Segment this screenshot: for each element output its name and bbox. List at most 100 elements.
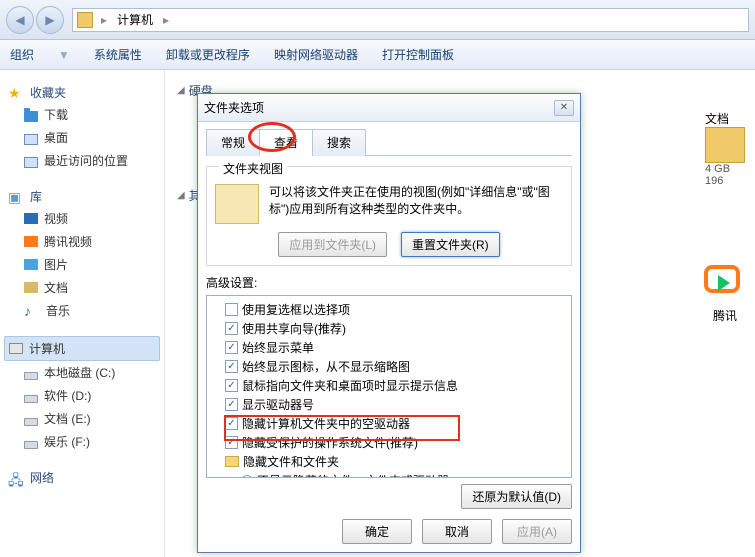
setting-label: 使用复选框以选择项	[242, 301, 350, 318]
toolbar: 组织 ▼ 系统属性 卸载或更改程序 映射网络驱动器 打开控制面板	[0, 40, 755, 70]
setting-row[interactable]: ✓ 鼠标指向文件夹和桌面项时显示提示信息	[209, 376, 569, 395]
computer-icon	[77, 12, 93, 28]
picture-icon	[24, 259, 38, 270]
sidebar-videos[interactable]: 视频	[4, 207, 160, 230]
libraries-header[interactable]: ▣库	[4, 186, 160, 207]
ok-button[interactable]: 确定	[342, 519, 412, 544]
crumb-arrow: ▸	[159, 13, 173, 27]
restore-defaults-button[interactable]: 还原为默认值(D)	[461, 484, 572, 509]
frame-label: 文件夹视图	[219, 160, 287, 177]
folder-icon	[24, 111, 38, 122]
checkbox[interactable]: ✓	[225, 398, 238, 411]
map-network-drive[interactable]: 映射网络驱动器	[274, 46, 358, 63]
checkbox[interactable]: ✓	[225, 379, 238, 392]
apply-button[interactable]: 应用(A)	[502, 519, 572, 544]
checkbox[interactable]: ✓	[225, 436, 238, 449]
setting-row[interactable]: 隐藏文件和文件夹	[209, 452, 569, 471]
dialog-title: 文件夹选项	[204, 99, 264, 116]
frame-description: 可以将该文件夹正在使用的视图(例如"详细信息"或"图标")应用到所有这种类型的文…	[269, 184, 563, 224]
dialog-titlebar[interactable]: 文件夹选项 ✕	[198, 94, 580, 122]
tencent-icon	[24, 236, 38, 247]
disk-icon	[24, 372, 38, 380]
system-props[interactable]: 系统属性	[94, 46, 142, 63]
setting-label: 隐藏受保护的操作系统文件(推荐)	[242, 434, 418, 451]
recent-icon	[24, 157, 38, 168]
organize-menu[interactable]: 组织	[10, 46, 34, 63]
right-column: 文档 4 GB 196 腾讯	[695, 70, 755, 557]
sidebar-documents[interactable]: 文档	[4, 276, 160, 299]
checkbox[interactable]: ✓	[225, 360, 238, 373]
tencent-item[interactable]: 腾讯	[704, 265, 746, 324]
doc-label: 文档	[705, 110, 745, 127]
star-icon: ★	[8, 85, 24, 101]
crumb-computer[interactable]: 计算机	[111, 11, 159, 28]
setting-label: 显示驱动器号	[242, 396, 314, 413]
setting-row[interactable]: ✓ 使用共享向导(推荐)	[209, 319, 569, 338]
folder-icon	[705, 127, 745, 163]
network-header[interactable]: 🖧网络	[4, 467, 160, 488]
sidebar-pictures[interactable]: 图片	[4, 253, 160, 276]
setting-label: 隐藏文件和文件夹	[243, 453, 339, 470]
checkbox[interactable]	[225, 303, 238, 316]
address-box[interactable]: ▸ 计算机 ▸	[72, 8, 749, 32]
checkbox[interactable]: ✓	[225, 341, 238, 354]
nav-back-button[interactable]: ◀	[6, 6, 34, 34]
nav-sidebar: ★收藏夹 下载 桌面 最近访问的位置 ▣库 视频 腾讯视频 图片 文档 ♪音乐 …	[0, 70, 165, 557]
setting-row[interactable]: 不显示隐藏的文件、文件夹或驱动器	[209, 471, 569, 478]
sidebar-drive-e[interactable]: 文档 (E:)	[4, 407, 160, 430]
setting-label: 鼠标指向文件夹和桌面项时显示提示信息	[242, 377, 458, 394]
doc-num: 196	[705, 175, 745, 187]
sidebar-drive-c[interactable]: 本地磁盘 (C:)	[4, 361, 160, 384]
setting-row[interactable]: ✓ 显示驱动器号	[209, 395, 569, 414]
folder-view-icon	[215, 184, 259, 224]
dropdown-icon: ▼	[58, 48, 70, 62]
apply-to-folders-button[interactable]: 应用到文件夹(L)	[278, 232, 387, 257]
setting-row[interactable]: ✓ 始终显示图标，从不显示缩略图	[209, 357, 569, 376]
expand-icon[interactable]: ◢	[177, 190, 185, 201]
network-icon: 🖧	[8, 470, 24, 486]
doc-size: 4 GB	[705, 163, 745, 175]
sidebar-recent[interactable]: 最近访问的位置	[4, 149, 160, 172]
radio[interactable]	[241, 475, 253, 479]
expand-icon[interactable]: ◢	[177, 85, 185, 96]
nav-fwd-button[interactable]: ▶	[36, 6, 64, 34]
cancel-button[interactable]: 取消	[422, 519, 492, 544]
setting-label: 使用共享向导(推荐)	[242, 320, 346, 337]
desktop-icon	[24, 134, 38, 145]
sidebar-tencent-video[interactable]: 腾讯视频	[4, 230, 160, 253]
disk-icon	[24, 441, 38, 449]
sidebar-drive-f[interactable]: 娱乐 (F:)	[4, 430, 160, 453]
tab-general[interactable]: 常规	[206, 129, 260, 156]
close-button[interactable]: ✕	[554, 100, 574, 116]
sidebar-music[interactable]: ♪音乐	[4, 299, 160, 322]
disk-icon	[24, 418, 38, 426]
checkbox[interactable]: ✓	[225, 417, 238, 430]
setting-row[interactable]: ✓ 隐藏受保护的操作系统文件(推荐)	[209, 433, 569, 452]
setting-label: 始终显示图标，从不显示缩略图	[242, 358, 410, 375]
advanced-settings-list[interactable]: 使用复选框以选择项✓使用共享向导(推荐)✓始终显示菜单✓始终显示图标，从不显示缩…	[206, 295, 572, 478]
tab-view[interactable]: 查看	[259, 129, 313, 156]
tencent-label: 腾讯	[704, 307, 746, 324]
doc-item[interactable]: 文档 4 GB 196	[705, 110, 745, 187]
setting-row[interactable]: ✓始终显示菜单	[209, 338, 569, 357]
reset-folders-button[interactable]: 重置文件夹(R)	[401, 232, 500, 257]
address-bar: ◀ ▶ ▸ 计算机 ▸	[0, 0, 755, 40]
tab-search[interactable]: 搜索	[312, 129, 366, 156]
disk-icon	[24, 395, 38, 403]
favorites-header[interactable]: ★收藏夹	[4, 82, 160, 103]
document-icon	[24, 282, 38, 293]
sidebar-desktop[interactable]: 桌面	[4, 126, 160, 149]
setting-row[interactable]: ✓隐藏计算机文件夹中的空驱动器	[209, 414, 569, 433]
sidebar-drive-d[interactable]: 软件 (D:)	[4, 384, 160, 407]
open-control-panel[interactable]: 打开控制面板	[382, 46, 454, 63]
dialog-tabs: 常规 查看 搜索	[206, 128, 572, 156]
uninstall-programs[interactable]: 卸载或更改程序	[166, 46, 250, 63]
library-icon: ▣	[8, 189, 24, 205]
computer-icon	[9, 343, 23, 354]
music-icon: ♪	[24, 303, 40, 319]
video-icon	[24, 213, 38, 224]
sidebar-downloads[interactable]: 下载	[4, 103, 160, 126]
computer-header[interactable]: 计算机	[4, 336, 160, 361]
setting-row[interactable]: 使用复选框以选择项	[209, 300, 569, 319]
checkbox[interactable]: ✓	[225, 322, 238, 335]
